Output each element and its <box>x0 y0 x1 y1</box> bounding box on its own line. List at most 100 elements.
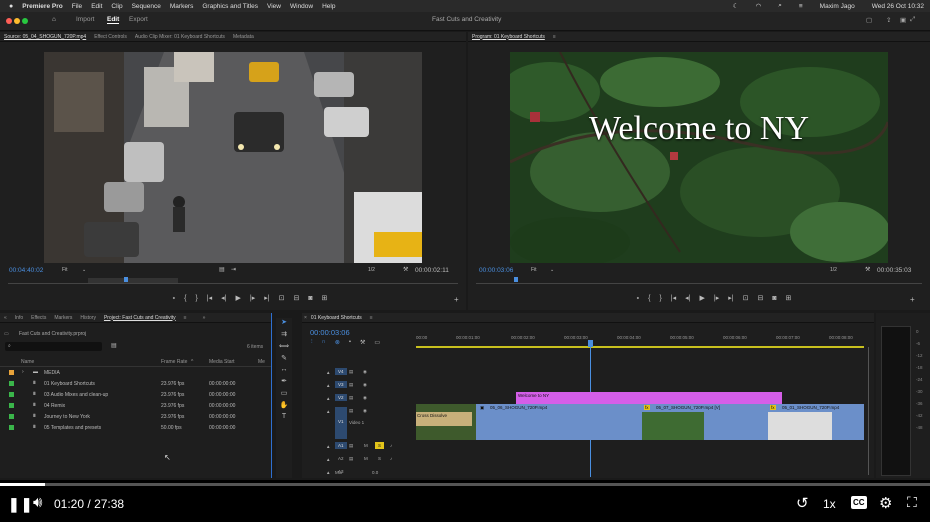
slip-tool-icon[interactable]: ↔ <box>276 366 292 373</box>
step-back-icon[interactable]: ◂| <box>221 295 226 302</box>
eye-icon[interactable]: ◉ <box>363 369 367 375</box>
lock-icon[interactable]: ▲ <box>326 383 330 388</box>
label-color-swatch[interactable] <box>9 392 14 397</box>
eye-icon[interactable]: ◉ <box>363 382 367 388</box>
menu-edit[interactable]: Edit <box>91 3 102 10</box>
cross-dissolve-clip[interactable]: Cross Dissolve <box>416 404 476 440</box>
microphone-icon[interactable]: ♪ <box>390 456 392 461</box>
tab-info[interactable]: Info <box>15 315 23 321</box>
sync-lock-icon[interactable]: ▤ <box>349 408 353 414</box>
sync-lock-icon[interactable]: ▤ <box>349 382 353 388</box>
player-progress-track[interactable] <box>0 483 930 486</box>
razor-tool-icon[interactable]: ✎ <box>276 354 292 362</box>
solo-button[interactable]: S <box>378 456 381 461</box>
close-window-button[interactable] <box>6 18 12 24</box>
home-icon[interactable]: ⌂ <box>52 16 56 23</box>
wrench-icon[interactable]: ⚒ <box>360 339 365 346</box>
tab-import[interactable]: Import <box>76 16 94 23</box>
add-marker-icon[interactable]: ⬩ <box>349 339 351 346</box>
overwrite-clip-icon[interactable]: ⊟ <box>293 295 299 302</box>
track-v3[interactable]: V3 <box>335 381 347 388</box>
rectangle-tool-icon[interactable]: ▭ <box>276 389 292 397</box>
insert-clip-icon[interactable]: ⊡ <box>279 295 285 302</box>
play-icon[interactable]: ▶ <box>699 295 704 302</box>
track-a1[interactable]: A1 <box>335 442 347 449</box>
label-color-swatch[interactable] <box>9 403 14 408</box>
track-v4[interactable]: V4 <box>335 368 347 375</box>
type-tool-icon[interactable]: T <box>276 413 292 420</box>
selection-tool-icon[interactable]: ➤ <box>276 318 292 326</box>
col-media-start[interactable]: Media Start <box>209 359 235 365</box>
tab-history[interactable]: History <box>80 315 96 321</box>
wifi-icon[interactable]: ◠ <box>756 2 762 10</box>
search-icon[interactable]: ⌕ <box>778 2 782 10</box>
lock-icon[interactable]: ▲ <box>326 444 330 449</box>
menu-clip[interactable]: Clip <box>111 3 122 10</box>
apple-icon[interactable]: ● <box>9 3 13 10</box>
collapse-icon[interactable]: « <box>4 315 7 321</box>
chevron-down-icon[interactable]: ⌄ <box>82 267 86 273</box>
pen-tool-icon[interactable]: ✒ <box>276 377 292 385</box>
playback-speed-button[interactable]: 1x <box>823 497 836 511</box>
linked-selection-icon[interactable]: ⊗ <box>335 339 340 346</box>
sync-lock-icon[interactable]: ▤ <box>349 443 353 449</box>
control-center-icon[interactable]: ≡ <box>799 3 803 10</box>
eye-icon[interactable]: ◉ <box>363 408 367 414</box>
source-timecode[interactable]: 00:04:40:02 <box>9 267 43 274</box>
tab-effect-controls[interactable]: Effect Controls <box>94 34 127 40</box>
title-clip[interactable]: Welcome to NY <box>516 392 782 404</box>
nest-icon[interactable]: ⫶ <box>311 339 313 346</box>
list-item[interactable]: ⩩ 04 Remix 23.976 fps 00:00:00:00 <box>0 402 271 413</box>
list-item[interactable]: › ▬ MEDIA <box>0 369 271 380</box>
add-button-icon[interactable]: + <box>910 295 915 304</box>
mark-in-icon[interactable]: { <box>648 295 650 302</box>
step-forward-icon[interactable]: |▸ <box>250 295 255 302</box>
sync-lock-icon[interactable]: ▤ <box>349 395 353 401</box>
tab-sequence[interactable]: 01 Keyboard Shortcuts <box>311 315 362 321</box>
tab-effects[interactable]: Effects <box>31 315 46 321</box>
settings-gear-icon[interactable]: ⚙ <box>879 494 892 512</box>
insert-icon[interactable]: ⇥ <box>231 266 236 273</box>
menu-icon[interactable]: ≡ <box>370 315 373 321</box>
track-a2[interactable]: A2 <box>335 455 347 462</box>
mute-button[interactable]: M <box>364 443 368 448</box>
source-zoom-select[interactable]: Fit <box>62 267 68 273</box>
menu-file[interactable]: File <box>72 3 82 10</box>
track-select-tool-icon[interactable]: ⇉ <box>276 330 292 338</box>
program-scrub-bar[interactable] <box>476 277 922 284</box>
menu-icon[interactable]: ≡ <box>553 34 556 40</box>
mark-in-icon[interactable]: { <box>184 295 186 302</box>
tab-program[interactable]: Program: 01 Keyboard Shortcuts <box>472 34 545 40</box>
sync-lock-icon[interactable]: ▤ <box>349 369 353 375</box>
comparison-view-icon[interactable]: ⊞ <box>786 295 792 302</box>
vertical-scrollbar[interactable] <box>868 347 872 475</box>
timeline-playhead-handle[interactable] <box>588 340 593 347</box>
expand-icon[interactable]: » <box>203 315 206 321</box>
label-color-swatch[interactable] <box>9 414 14 419</box>
chevron-down-icon[interactable]: ⌄ <box>550 267 554 273</box>
share-icon[interactable]: ⇪ <box>886 16 891 24</box>
zoom-window-button[interactable] <box>22 18 28 24</box>
sync-lock-icon[interactable]: ▤ <box>349 456 353 462</box>
menu-view[interactable]: View <box>267 3 281 10</box>
lock-icon[interactable]: ▲ <box>326 370 330 375</box>
go-to-in-icon[interactable]: |◂ <box>671 295 676 302</box>
fullscreen-icon[interactable]: ⤢ <box>910 16 915 24</box>
workspaces-icon[interactable]: ▢ <box>866 16 872 24</box>
mute-button[interactable]: M <box>364 456 368 461</box>
project-search-input[interactable]: ⌕ <box>5 342 102 351</box>
lock-icon[interactable]: ▲ <box>326 396 330 401</box>
lock-icon[interactable]: ▲ <box>326 457 330 462</box>
video-clip-2[interactable]: fx 05_07_SHOGUN_720P.mp4 [V] <box>642 404 768 440</box>
menu-markers[interactable]: Markers <box>170 3 193 10</box>
export-frame-icon[interactable]: ◙ <box>308 295 312 302</box>
play-icon[interactable]: ▶ <box>235 295 240 302</box>
volume-icon[interactable]: 🔊︎ <box>33 494 42 511</box>
tab-audio-clip-mixer[interactable]: Audio Clip Mixer: 01 Keyboard Shortcuts <box>135 34 225 40</box>
source-scrub-bar[interactable] <box>8 277 458 284</box>
source-playhead[interactable] <box>124 277 128 282</box>
col-name[interactable]: Name <box>21 359 34 365</box>
list-item[interactable]: ⩩ Journey to New York 23.976 fps 00:00:0… <box>0 413 271 424</box>
tab-metadata[interactable]: Metadata <box>233 34 254 40</box>
track-v2[interactable]: V2 <box>335 394 347 401</box>
